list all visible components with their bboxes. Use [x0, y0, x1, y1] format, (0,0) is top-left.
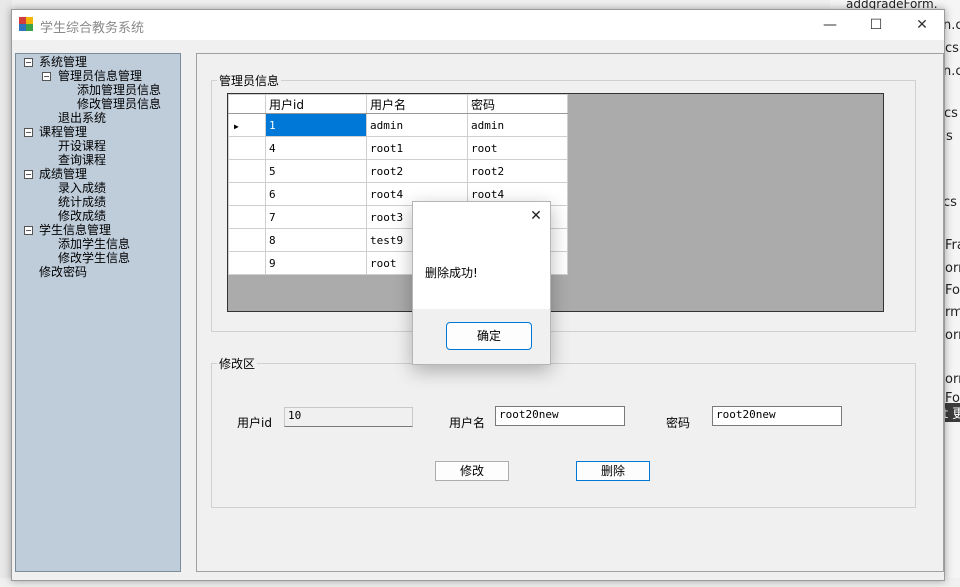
- table-row[interactable]: 4 root1 root: [228, 136, 568, 160]
- tree-node-open-course[interactable]: 开设课程: [58, 139, 106, 153]
- table-cell[interactable]: 5: [265, 159, 367, 183]
- table-cell[interactable]: root1: [366, 136, 468, 160]
- background-snippet: s: [946, 129, 953, 144]
- tree-node-edit-student[interactable]: 修改学生信息: [58, 251, 130, 265]
- tree-node-add-admin[interactable]: 添加管理员信息: [77, 83, 161, 97]
- background-snippet: Fo: [945, 283, 960, 298]
- tree-node-add-student[interactable]: 添加学生信息: [58, 237, 130, 251]
- close-icon[interactable]: ✕: [528, 208, 544, 224]
- background-snippet: cs: [945, 41, 959, 56]
- background-snippet: orm: [945, 328, 960, 343]
- row-header[interactable]: [228, 182, 266, 206]
- tree-node-edit-grades[interactable]: 修改成绩: [58, 209, 106, 223]
- dialog-message: 删除成功!: [425, 266, 478, 280]
- table-cell[interactable]: root2: [467, 159, 568, 183]
- tree-node-enter-grades[interactable]: 录入成绩: [58, 181, 106, 195]
- tree-node-label: 课程管理: [39, 125, 88, 139]
- dialog-footer: 确定: [413, 309, 550, 364]
- table-cell[interactable]: 6: [265, 182, 367, 206]
- column-header-id[interactable]: 用户id: [265, 94, 367, 114]
- row-header[interactable]: [228, 136, 266, 160]
- row-header[interactable]: [228, 205, 266, 229]
- username-field[interactable]: root20new: [495, 406, 625, 426]
- table-cell[interactable]: root2: [366, 159, 468, 183]
- row-header[interactable]: [228, 159, 266, 183]
- collapse-icon[interactable]: −: [24, 170, 33, 179]
- table-row[interactable]: ▶ 1 admin admin: [228, 113, 568, 137]
- tree-node-label: 管理员信息管理: [58, 69, 143, 83]
- app-icon: [19, 17, 33, 31]
- table-cell[interactable]: admin: [467, 113, 568, 137]
- delete-button[interactable]: 删除: [576, 461, 650, 481]
- tree-node-label: 学生信息管理: [39, 223, 112, 237]
- minimize-button[interactable]: —: [807, 10, 853, 40]
- table-cell[interactable]: 7: [265, 205, 367, 229]
- tree-node-exit[interactable]: 退出系统: [58, 111, 106, 125]
- table-row[interactable]: 5 root2 root2: [228, 159, 568, 183]
- table-cell[interactable]: admin: [366, 113, 468, 137]
- background-snippet: cs: [944, 106, 958, 121]
- tree-node-label: 成绩管理: [39, 167, 88, 181]
- table-cell[interactable]: 4: [265, 136, 367, 160]
- admin-data-grid[interactable]: 用户id 用户名 密码 ▶ 1 admin admin 4 root1 root…: [227, 93, 884, 312]
- tree-node-label: 系统管理: [39, 55, 88, 69]
- background-snippet: Fra: [945, 238, 960, 253]
- background-snippet: orm: [945, 372, 960, 387]
- table-cell[interactable]: 9: [265, 251, 367, 275]
- collapse-icon[interactable]: −: [24, 58, 33, 67]
- background-snippet: n.cs: [943, 64, 960, 79]
- password-field[interactable]: root20new: [712, 406, 842, 426]
- background-snippet: orm: [945, 261, 960, 276]
- table-header-row: 用户id 用户名 密码: [228, 94, 568, 114]
- admin-info-group: 管理员信息 用户id 用户名 密码 ▶ 1 admin admin 4 root…: [211, 72, 916, 332]
- background-snippet: cs: [943, 195, 957, 210]
- username-label: 用户名: [449, 416, 486, 430]
- ok-button[interactable]: 确定: [446, 322, 532, 350]
- user-id-field[interactable]: 10: [284, 407, 413, 427]
- password-label: 密码: [666, 416, 691, 430]
- title-bar[interactable]: 学生综合教务系统 — ☐ ✕: [12, 10, 944, 40]
- row-header-corner: [228, 94, 266, 114]
- collapse-icon[interactable]: −: [24, 128, 33, 137]
- background-snippet: t 更: [943, 403, 960, 422]
- collapse-icon[interactable]: −: [42, 72, 51, 81]
- maximize-button[interactable]: ☐: [853, 10, 899, 40]
- current-row-icon[interactable]: ▶: [228, 113, 266, 137]
- content-panel: 管理员信息 用户id 用户名 密码 ▶ 1 admin admin 4 root…: [196, 53, 944, 572]
- row-header[interactable]: [228, 228, 266, 252]
- column-header-username[interactable]: 用户名: [366, 94, 468, 114]
- message-dialog: ✕ 删除成功! 确定: [412, 201, 551, 365]
- tree-node-edit-admin[interactable]: 修改管理员信息: [77, 97, 161, 111]
- admin-info-title: 管理员信息: [217, 72, 282, 89]
- edit-area-group: 修改区 用户id 10 用户名 root20new 密码 root20new 修…: [211, 355, 916, 508]
- user-id-label: 用户id: [237, 416, 272, 430]
- nav-tree[interactable]: − 系统管理 − 管理员信息管理 添加管理员信息 修改管理员信息 退出系统 − …: [15, 53, 181, 572]
- column-header-password[interactable]: 密码: [467, 94, 568, 114]
- table-cell[interactable]: 8: [265, 228, 367, 252]
- edit-area-title: 修改区: [217, 355, 258, 372]
- tree-node-stats-grades[interactable]: 统计成绩: [58, 195, 106, 209]
- tree-node-change-password[interactable]: 修改密码: [39, 265, 87, 279]
- table-cell[interactable]: 1: [265, 113, 367, 137]
- modify-button[interactable]: 修改: [435, 461, 509, 481]
- tree-node-query-course[interactable]: 查询课程: [58, 153, 106, 167]
- background-snippet: n.cs: [943, 18, 960, 33]
- background-snippet: rm: [945, 305, 960, 320]
- collapse-icon[interactable]: −: [24, 226, 33, 235]
- close-button[interactable]: ✕: [899, 10, 945, 40]
- window-title: 学生综合教务系统: [40, 21, 145, 36]
- row-header[interactable]: [228, 251, 266, 275]
- table-cell[interactable]: root: [467, 136, 568, 160]
